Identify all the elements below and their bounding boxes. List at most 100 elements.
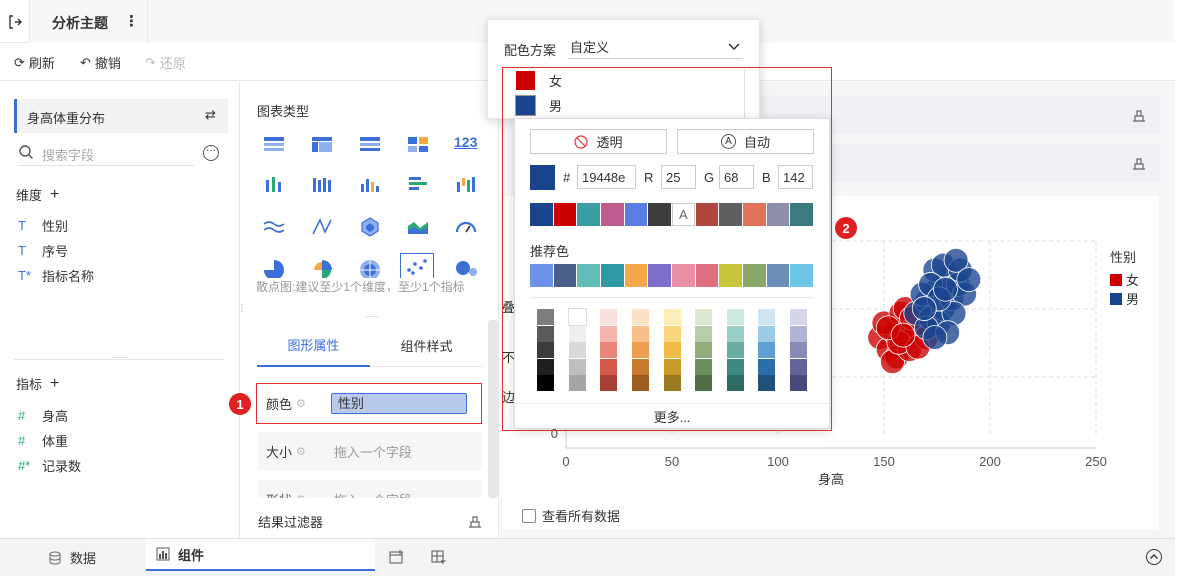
scatter-chart-icon[interactable] (400, 253, 434, 281)
detail-table-icon[interactable] (358, 134, 382, 156)
redo-icon: ↷ (145, 54, 156, 70)
app-root: 分析主题 ⋮ ⟳ 刷新 ↶ 撤销 ↷ 还原 身高体重分布 ⇄ 搜索字段 ··· 维度 (0, 0, 1183, 576)
tab-component-style[interactable]: 组件样式 (370, 323, 483, 367)
chart-type-grid: 123 (258, 130, 488, 281)
legend-title: 性别 (1110, 250, 1137, 265)
rose-chart-icon[interactable] (310, 258, 334, 280)
legend-item[interactable]: 女 (1110, 270, 1139, 289)
line-chart-icon[interactable] (262, 216, 286, 238)
grouped-bar-icon[interactable] (310, 174, 334, 196)
clear-icon[interactable] (467, 513, 483, 529)
more-vertical-icon[interactable]: ⋮ (124, 12, 139, 30)
dimension-item[interactable]: T 序号 (18, 238, 94, 263)
legend-item[interactable]: 男 (1110, 289, 1139, 308)
show-all-data-checkbox[interactable]: 查看所有数据 (522, 506, 620, 525)
area-chart-icon[interactable] (406, 216, 430, 238)
measure-item[interactable]: #* 记录数 (18, 453, 81, 478)
refresh-icon: ⟳ (14, 54, 25, 70)
stacked-bar-icon[interactable] (262, 174, 286, 196)
chart-type-title: 图表类型 (257, 104, 310, 119)
search-input[interactable]: 搜索字段 (42, 145, 94, 164)
undo-button[interactable]: ↶ 撤销 (80, 53, 121, 72)
x-tick-label: 100 (767, 454, 789, 469)
dimension-item[interactable]: T 性别 (18, 213, 94, 238)
bar-chart-icon (156, 547, 170, 561)
database-icon (49, 551, 61, 565)
search-icon (18, 144, 34, 163)
crosstab-chart-icon[interactable] (310, 134, 334, 156)
add-measure-icon[interactable]: + (50, 375, 59, 393)
table-chart-icon[interactable] (262, 134, 286, 156)
settings-gear-icon[interactable]: ⚙ (296, 493, 306, 499)
bubble-chart-icon[interactable] (454, 258, 478, 280)
color-popup-highlight (502, 67, 832, 431)
radar-chart-icon[interactable] (358, 216, 382, 238)
measure-item[interactable]: # 体重 (18, 428, 81, 453)
radar-line-icon[interactable] (310, 216, 334, 238)
x-tick-label: 150 (873, 454, 895, 469)
tab-component[interactable]: 组件 (146, 539, 375, 571)
legend-swatch (1110, 292, 1122, 305)
exit-icon (8, 14, 22, 29)
x-tick-label: 200 (979, 454, 1001, 469)
switch-dataset-icon[interactable]: ⇄ (205, 107, 216, 123)
collapse-up-icon[interactable] (1145, 548, 1163, 566)
scrollbar[interactable] (488, 320, 498, 498)
shape-property-row[interactable]: 形状 ⚙ 拖入一个字段 (258, 480, 482, 498)
undo-icon: ↶ (80, 54, 91, 70)
annotation-badge-2: 2 (835, 217, 857, 239)
waterfall-chart-icon[interactable] (454, 174, 478, 196)
kpi-board-icon[interactable] (406, 134, 430, 156)
scatter-point (922, 325, 948, 350)
dimension-item[interactable]: T* 指标名称 (18, 263, 94, 288)
chevron-down-icon (728, 42, 740, 50)
gauge-chart-icon[interactable] (454, 216, 478, 238)
color-row-highlight (256, 383, 482, 424)
scheme-select[interactable]: 自定义 (568, 35, 743, 59)
more-options-icon[interactable]: ··· (203, 145, 219, 161)
sunburst-chart-icon[interactable] (358, 258, 382, 280)
field-panel: 身高体重分布 ⇄ 搜索字段 ··· 维度 + T 性别 T 序号 T* 指标名称 ⋯⋯… (0, 82, 240, 538)
page-title: 分析主题 (52, 15, 108, 31)
add-dashboard-icon[interactable] (431, 549, 447, 565)
text-field-icon: T (18, 218, 26, 233)
result-filter-label: 结果过滤器 (258, 515, 324, 530)
checkbox-icon[interactable] (522, 508, 536, 523)
tab-data[interactable]: 数据 (48, 548, 96, 567)
x-axis-label: 身高 (818, 472, 844, 487)
scatter-point (890, 322, 916, 348)
size-property-row[interactable]: 大小 ⚙ 拖入一个字段 (258, 432, 482, 470)
scatter-point (933, 276, 958, 302)
text-field-icon: T* (18, 268, 31, 283)
right-edge (1175, 0, 1183, 576)
redo-button[interactable]: ↷ 还原 (145, 53, 186, 72)
exit-button[interactable] (0, 0, 30, 43)
scatter-point (911, 296, 937, 321)
legend-swatch (1110, 273, 1122, 286)
dimensions-header: 维度 + (16, 185, 60, 204)
add-dimension-icon[interactable]: + (50, 186, 59, 204)
measure-item[interactable]: # 身高 (18, 403, 81, 428)
chart-type-hint: 散点图:建议至少1个维度，至少1个指标 (256, 278, 484, 292)
scheme-label: 配色方案 (504, 43, 557, 58)
tab-graph-properties[interactable]: 图形属性 (257, 323, 370, 367)
annotation-badge-1: 1 (229, 393, 251, 415)
refresh-button[interactable]: ⟳ 刷新 (14, 53, 55, 72)
bar-chart-icon[interactable] (358, 174, 382, 196)
settings-gear-icon[interactable]: ⚙ (296, 445, 306, 458)
measure-list: # 身高 # 体重 #* 记录数 (18, 403, 81, 478)
x-tick-label: 50 (665, 454, 679, 469)
clear-icon[interactable] (1131, 107, 1147, 123)
resize-handle-icon[interactable]: ⋯⋯ (112, 353, 128, 362)
clear-icon[interactable] (1131, 155, 1147, 171)
search-field[interactable]: 搜索字段 (18, 142, 194, 166)
x-tick-label: 250 (1085, 454, 1107, 469)
dataset-selector[interactable]: 身高体重分布 ⇄ (14, 99, 228, 133)
resize-handle-icon[interactable]: ⋯⋯ (364, 312, 380, 321)
dimension-list: T 性别 T 序号 T* 指标名称 (18, 213, 94, 288)
add-component-icon[interactable] (389, 549, 405, 565)
horizontal-bar-icon[interactable] (406, 174, 430, 196)
x-tick-label: 0 (562, 454, 569, 469)
number-chart-icon[interactable]: 123 (454, 134, 478, 156)
pie-chart-icon[interactable] (262, 258, 286, 280)
